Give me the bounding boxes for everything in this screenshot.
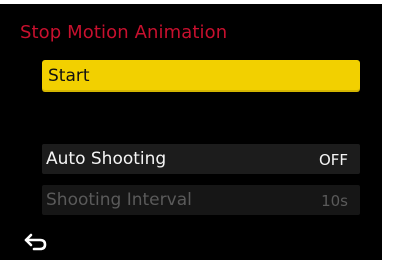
shooting-interval-label: Shooting Interval bbox=[46, 190, 192, 210]
return-arrow-icon bbox=[24, 233, 47, 251]
auto-shooting-value: OFF bbox=[318, 151, 348, 169]
start-button-label: Start bbox=[48, 66, 90, 86]
back-button[interactable] bbox=[22, 232, 50, 252]
auto-shooting-label: Auto Shooting bbox=[46, 149, 167, 169]
menu-title: Stop Motion Animation bbox=[20, 22, 228, 43]
camera-menu-screen: Stop Motion Animation Start Auto Shootin… bbox=[0, 4, 382, 260]
shooting-interval-value: 10s bbox=[321, 192, 348, 210]
menu-item-shooting-interval: Shooting Interval 10s bbox=[42, 185, 360, 215]
menu-item-auto-shooting[interactable]: Auto Shooting OFF bbox=[42, 144, 360, 174]
start-button[interactable]: Start bbox=[42, 60, 360, 92]
